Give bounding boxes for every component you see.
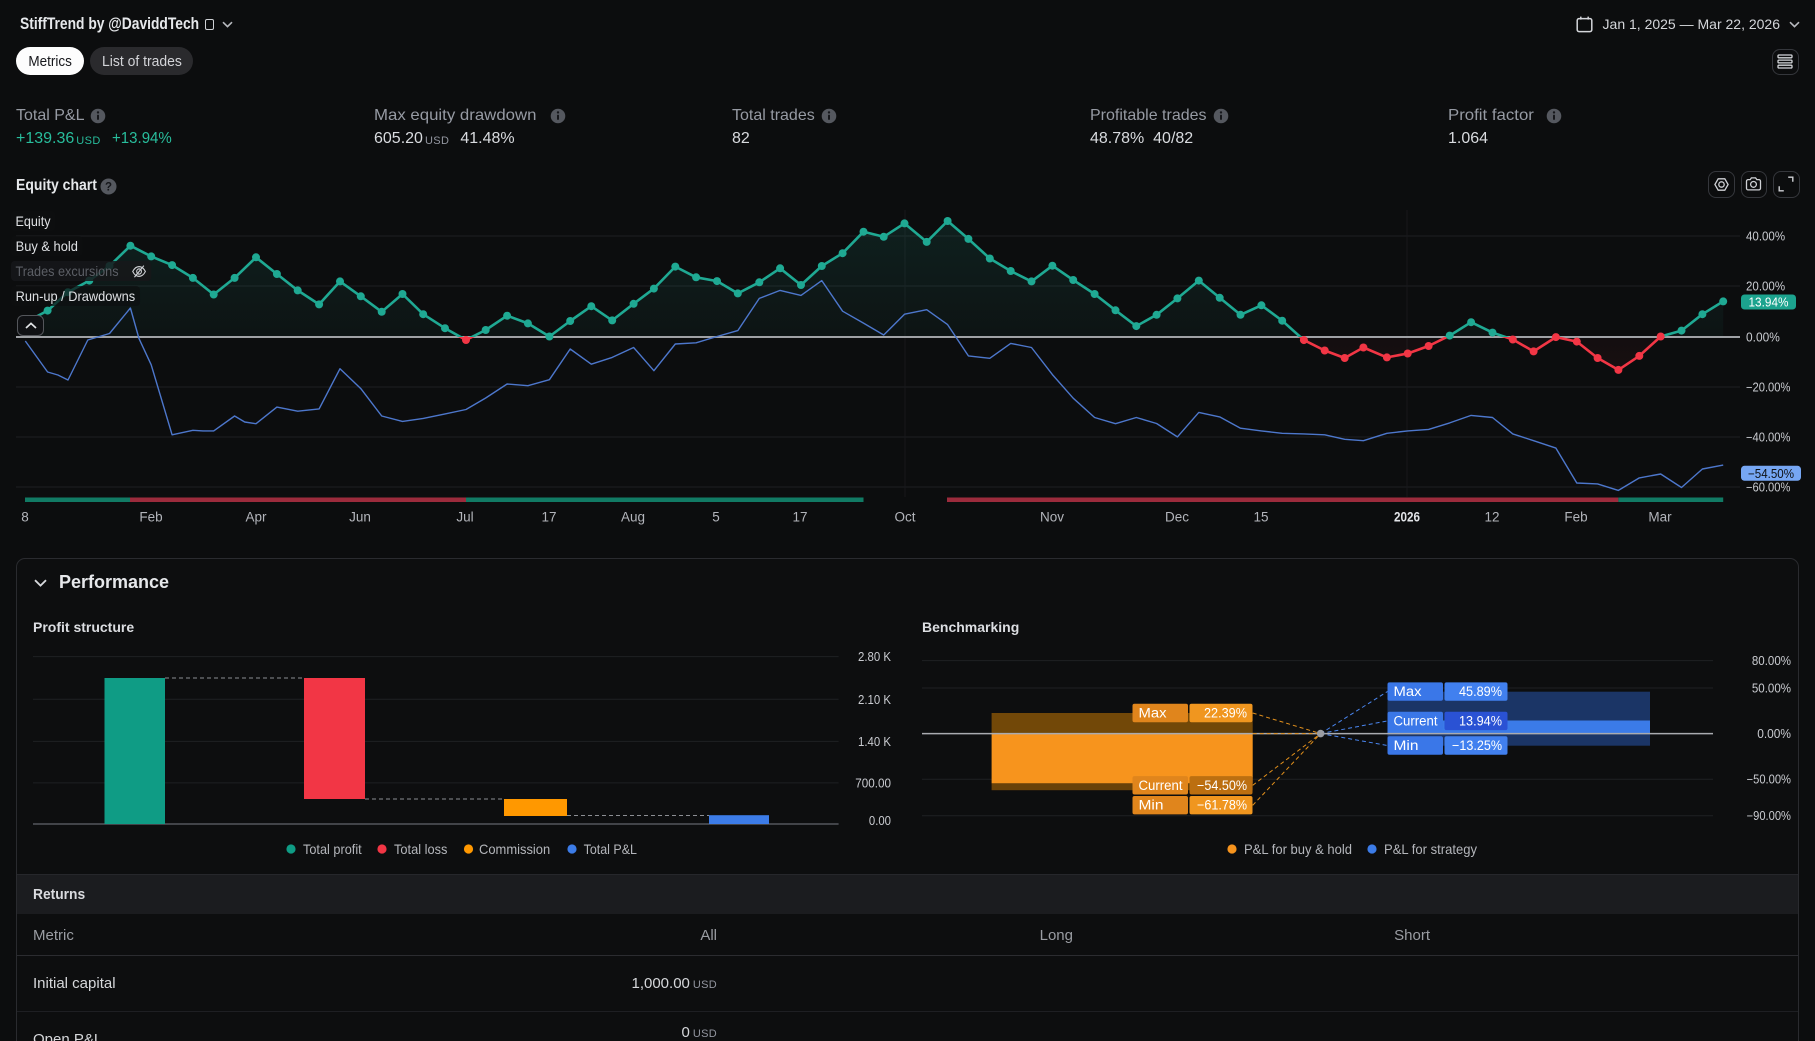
svg-text:−61.78%: −61.78% (1197, 798, 1247, 813)
svg-text:20.00%: 20.00% (1746, 280, 1785, 294)
svg-text:15: 15 (1253, 510, 1268, 525)
svg-text:17: 17 (792, 510, 807, 525)
svg-text:80.00%: 80.00% (1752, 654, 1791, 668)
svg-text:Max: Max (1394, 684, 1422, 699)
svg-text:−54.50%: −54.50% (1197, 778, 1247, 793)
svg-text:17: 17 (541, 510, 556, 525)
svg-text:P&L for buy & hold: P&L for buy & hold (1244, 841, 1352, 857)
svg-text:P&L for strategy: P&L for strategy (1384, 841, 1477, 857)
svg-text:Jun: Jun (349, 510, 371, 525)
svg-text:−50.00%: −50.00% (1747, 773, 1791, 787)
svg-text:13.94%: 13.94% (1749, 296, 1789, 310)
svg-text:13.94%: 13.94% (1459, 713, 1502, 728)
svg-text:12: 12 (1484, 510, 1499, 525)
svg-text:50.00%: 50.00% (1752, 682, 1791, 696)
svg-text:Total P&L: Total P&L (584, 841, 638, 857)
svg-text:Total profit: Total profit (303, 841, 362, 857)
svg-text:1.40 K: 1.40 K (858, 735, 892, 749)
svg-text:−13.25%: −13.25% (1452, 738, 1502, 753)
svg-text:Jul: Jul (456, 510, 473, 525)
svg-text:−60.00%: −60.00% (1746, 481, 1790, 495)
svg-text:2026: 2026 (1394, 510, 1420, 525)
svg-text:40.00%: 40.00% (1746, 230, 1785, 244)
svg-text:Oct: Oct (894, 510, 915, 525)
svg-text:?: ? (105, 181, 112, 193)
svg-text:22.39%: 22.39% (1204, 706, 1247, 721)
svg-text:2.10 K: 2.10 K (858, 693, 892, 707)
svg-text:−40.00%: −40.00% (1746, 431, 1790, 445)
svg-text:5: 5 (712, 510, 720, 525)
svg-text:−90.00%: −90.00% (1747, 809, 1791, 823)
svg-text:0.00%: 0.00% (1746, 331, 1780, 345)
svg-text:Mar: Mar (1648, 510, 1672, 525)
svg-text:−20.00%: −20.00% (1746, 381, 1790, 395)
svg-text:2.80 K: 2.80 K (858, 650, 892, 664)
svg-text:0.00%: 0.00% (1757, 727, 1791, 741)
svg-text:Dec: Dec (1165, 510, 1189, 525)
svg-text:Min: Min (1394, 738, 1419, 753)
svg-text:Current: Current (1139, 778, 1183, 793)
svg-text:700.00: 700.00 (855, 776, 891, 790)
svg-text:0.00: 0.00 (869, 814, 891, 828)
svg-text:Max: Max (1139, 706, 1167, 721)
svg-text:Commission: Commission (479, 841, 550, 857)
svg-text:Min: Min (1139, 798, 1164, 813)
svg-text:Feb: Feb (139, 510, 162, 525)
svg-text:Current: Current (1394, 713, 1438, 728)
svg-text:8: 8 (21, 510, 29, 525)
svg-text:Total loss: Total loss (394, 841, 447, 857)
svg-text:−54.50%: −54.50% (1748, 467, 1794, 481)
svg-text:Apr: Apr (245, 510, 267, 525)
svg-text:45.89%: 45.89% (1459, 684, 1502, 699)
svg-text:Nov: Nov (1040, 510, 1064, 525)
svg-text:Feb: Feb (1564, 510, 1587, 525)
svg-text:Aug: Aug (621, 510, 645, 525)
